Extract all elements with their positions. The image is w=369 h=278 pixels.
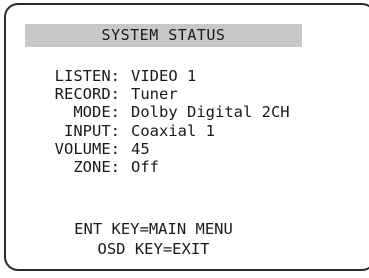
status-label: MODE:	[73, 103, 120, 122]
status-value: Dolby Digital 2CH	[131, 103, 290, 122]
status-row-record: RECORD: Tuner	[6, 85, 290, 103]
status-row-zone: ZONE: Off	[6, 158, 290, 176]
menu-title: SYSTEM STATUS	[25, 24, 302, 47]
status-row-mode: MODE: Dolby Digital 2CH	[6, 103, 290, 122]
status-label: LISTEN:	[54, 67, 120, 85]
status-row-volume: VOLUME: 45	[6, 140, 290, 158]
status-row-input: INPUT: Coaxial 1	[6, 122, 290, 140]
status-value: Coaxial 1	[131, 121, 215, 140]
status-value: 45	[131, 139, 150, 158]
footer-hint-ent: ENT KEY=MAIN MENU	[74, 220, 233, 238]
status-label: ZONE:	[73, 158, 120, 177]
status-list: LISTEN: VIDEO 1 RECORD: Tuner MODE: Dolby D…	[6, 67, 290, 176]
status-label: INPUT:	[64, 121, 120, 140]
footer-hint-osd: OSD KEY=EXIT	[97, 240, 210, 258]
status-label: RECORD:	[54, 85, 120, 104]
status-row-listen: LISTEN: VIDEO 1	[6, 67, 290, 85]
status-value: Off	[131, 158, 159, 177]
status-value: Tuner	[131, 85, 178, 104]
status-value: VIDEO 1	[131, 67, 197, 85]
status-label: VOLUME:	[54, 139, 120, 158]
osd-screen: SYSTEM STATUS LISTEN: VIDEO 1 RECORD: Tune…	[4, 3, 369, 271]
